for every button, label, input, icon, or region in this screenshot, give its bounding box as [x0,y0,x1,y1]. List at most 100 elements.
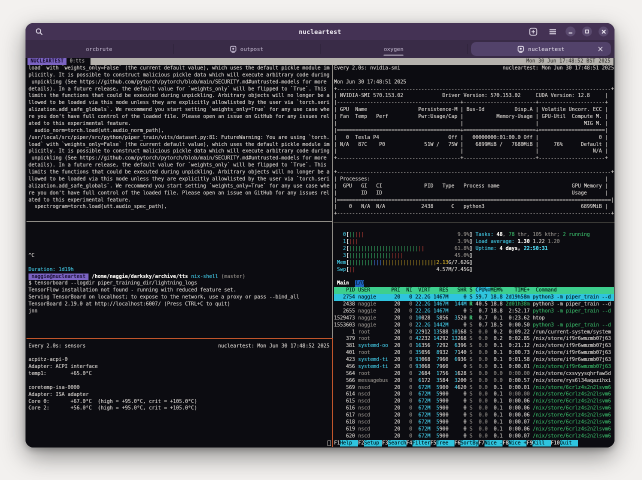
maximize-button[interactable] [582,26,592,37]
text-segment: Nice - [484,439,503,447]
text-segment: 068 [421,363,431,370]
text-segment: temp1: +65.0°C [28,371,92,377]
pane-border-vertical[interactable] [331,65,333,338]
terminal-line: Adapter: ACPI interface [29,364,334,371]
text-segment: 617 [334,412,356,419]
terminal-line: Mem[|||||||||||||||||||||||||||||2.13G/7… [334,259,615,266]
terminal-line: 456 systemd-ti 20 0 93068 7960 0 S 0.0 0… [334,363,615,370]
text-segment: Filter [412,439,431,447]
pane-border-left-2-active[interactable] [26,338,333,339]
text-segment: ated to this experimental feature. [28,197,131,203]
text-segment: TensorBoard 2.19.0 at http://localhost:6… [28,301,231,308]
tab-orcbrute[interactable]: orcbrute [26,40,173,58]
text-segment: nscd [358,384,389,391]
text-segment: 0.0 [487,370,503,377]
terminal-line: 381 systemd-oo 20 0 16356 7292 6396 S 0.… [334,343,615,350]
text-segment: 268 [457,336,467,342]
text-segment: Mon Jun 30 17:48:51 2025 [334,79,407,85]
text-segment: naggie@nucleartest [28,273,89,281]
text-segment: 569 [334,384,356,391]
tab-label: outpost [240,45,264,53]
text-segment: 20 [388,357,401,363]
close-button[interactable] [598,26,609,37]
text-segment: 1.22 [532,239,548,245]
text-segment: 672M [418,384,431,391]
text-segment: 672M [418,391,431,398]
pane-nvidia-smi[interactable]: Every 2.0s: nvidia-smi nucleartest: Mon … [334,65,615,218]
text-segment: 0 [400,315,413,321]
terminal-line: Every 2.0s: nvidia-smi nucleartest: Mon … [334,65,615,72]
text-segment: 960 [439,357,449,363]
text-segment: load` with `weights_only=False` (the cur… [28,65,330,71]
terminal-line: | | | N/A | [334,148,615,155]
text-segment: 40.5 [472,301,488,308]
terminal-line: Core 0: +67.0°C (high = +95.0°C, crit = … [29,398,334,405]
text-segment: nscd [358,419,389,425]
text-segment: PID USER PRI NI VIRT RES SHR S [334,287,476,295]
text-segment: 0.0 [472,412,488,419]
pane-tts-log[interactable]: load` with `weights_only=False` (the cur… [29,65,334,218]
text-segment: 18.8 [487,308,503,314]
text-segment: 2.13 [436,259,449,266]
text-segment: 20 [388,336,401,342]
menu-button[interactable] [546,25,559,38]
text-segment: 168 [457,329,467,335]
text-segment: 20 [388,419,401,425]
pane-border-right[interactable] [333,222,615,223]
text-segment: 0 [400,391,413,398]
text-segment: 0.0 [472,329,488,335]
text-segment: 0 [400,398,413,405]
text-segment: 584 [439,377,449,384]
text-segment: 672M [418,412,431,419]
pane-sensors[interactable]: Every 2.0s: sensors nucleartest: Mon Jun… [29,343,334,447]
text-segment: | GPU GI CI PID Type Process name GPU Me… [334,183,608,189]
new-tab-button[interactable] [527,25,540,38]
text-segment: MEM% TIME+ [490,287,533,295]
text-segment: nix-shell [191,273,219,280]
terminal-line: TensorFlow installation not found - runn… [29,287,334,294]
text-segment: 628 [457,370,467,377]
text-segment: 028 [421,315,431,321]
terminal-line: Adapter: ISA adapter [29,391,334,398]
text-segment [358,239,457,246]
text-segment: +---------------------------------------… [334,169,614,176]
terminal-line: spectrogram=torch.load(utt.audio_spec_pa… [29,204,334,211]
text-segment: 20 [388,433,401,439]
text-segment: 20 [388,426,401,432]
terminal-line: acpitz-acpi-0 [29,357,334,364]
text-segment: 0.1 [487,315,503,321]
text-segment: | NVIDIA-SMI 570.153.02 Driver Version: … [334,93,608,99]
tab-close-icon[interactable]: × [597,45,603,54]
text-segment: 0.0 [472,419,488,425]
text-segment [451,363,463,370]
text-segment: 0.7 [472,322,488,328]
text-segment: naggie [358,301,389,308]
pane-border-vertical-active[interactable] [331,338,333,447]
text-segment: 401 [334,350,356,356]
terminal-line: load` with `weights_only=False` (the cur… [29,65,334,72]
text-segment: 0.0 [487,377,503,384]
text-segment: 672M [418,419,431,425]
pane-border-left-1[interactable] [26,221,333,222]
pane-htop[interactable]: 0[||||| 9.9%] Tasks: 48, 78 thr, 105 kth… [334,225,615,447]
minimize-button[interactable] [565,26,576,37]
tmux-session-badge: NUCLEARTEST [27,58,67,65]
text-segment: details). In a future release, the defau… [28,86,327,92]
terminal-line: limits the functions that could be execu… [29,169,334,176]
tab-outpost[interactable]: outpost [172,40,320,58]
terminal-area[interactable]: NUCLEARTEST 0:tts Mon 30 Jun 17:48:52 BS… [25,58,615,448]
terminal-line: ^C [29,252,334,259]
text-segment: | GPU Name Persistence-M | Bus-Id Disp.A… [334,107,608,113]
text-segment: 0:00.07 [502,419,530,425]
text-segment: root [358,336,389,342]
tab-label: nucleartest [528,45,565,53]
terminal-line: 3[|||||||||||||||||| 45.0%] [334,252,615,259]
terminal-line: 618 nscd 20 0 672M 5900 0 S 0.0 0.1 0:00… [334,419,615,426]
pane-shell[interactable]: ^C Duration: 1d19h naggie@nucleartest /ho… [28,225,334,336]
tab-nucleartest[interactable]: nucleartest × [467,40,614,58]
tab-oxygen[interactable]: oxygen [320,40,467,58]
